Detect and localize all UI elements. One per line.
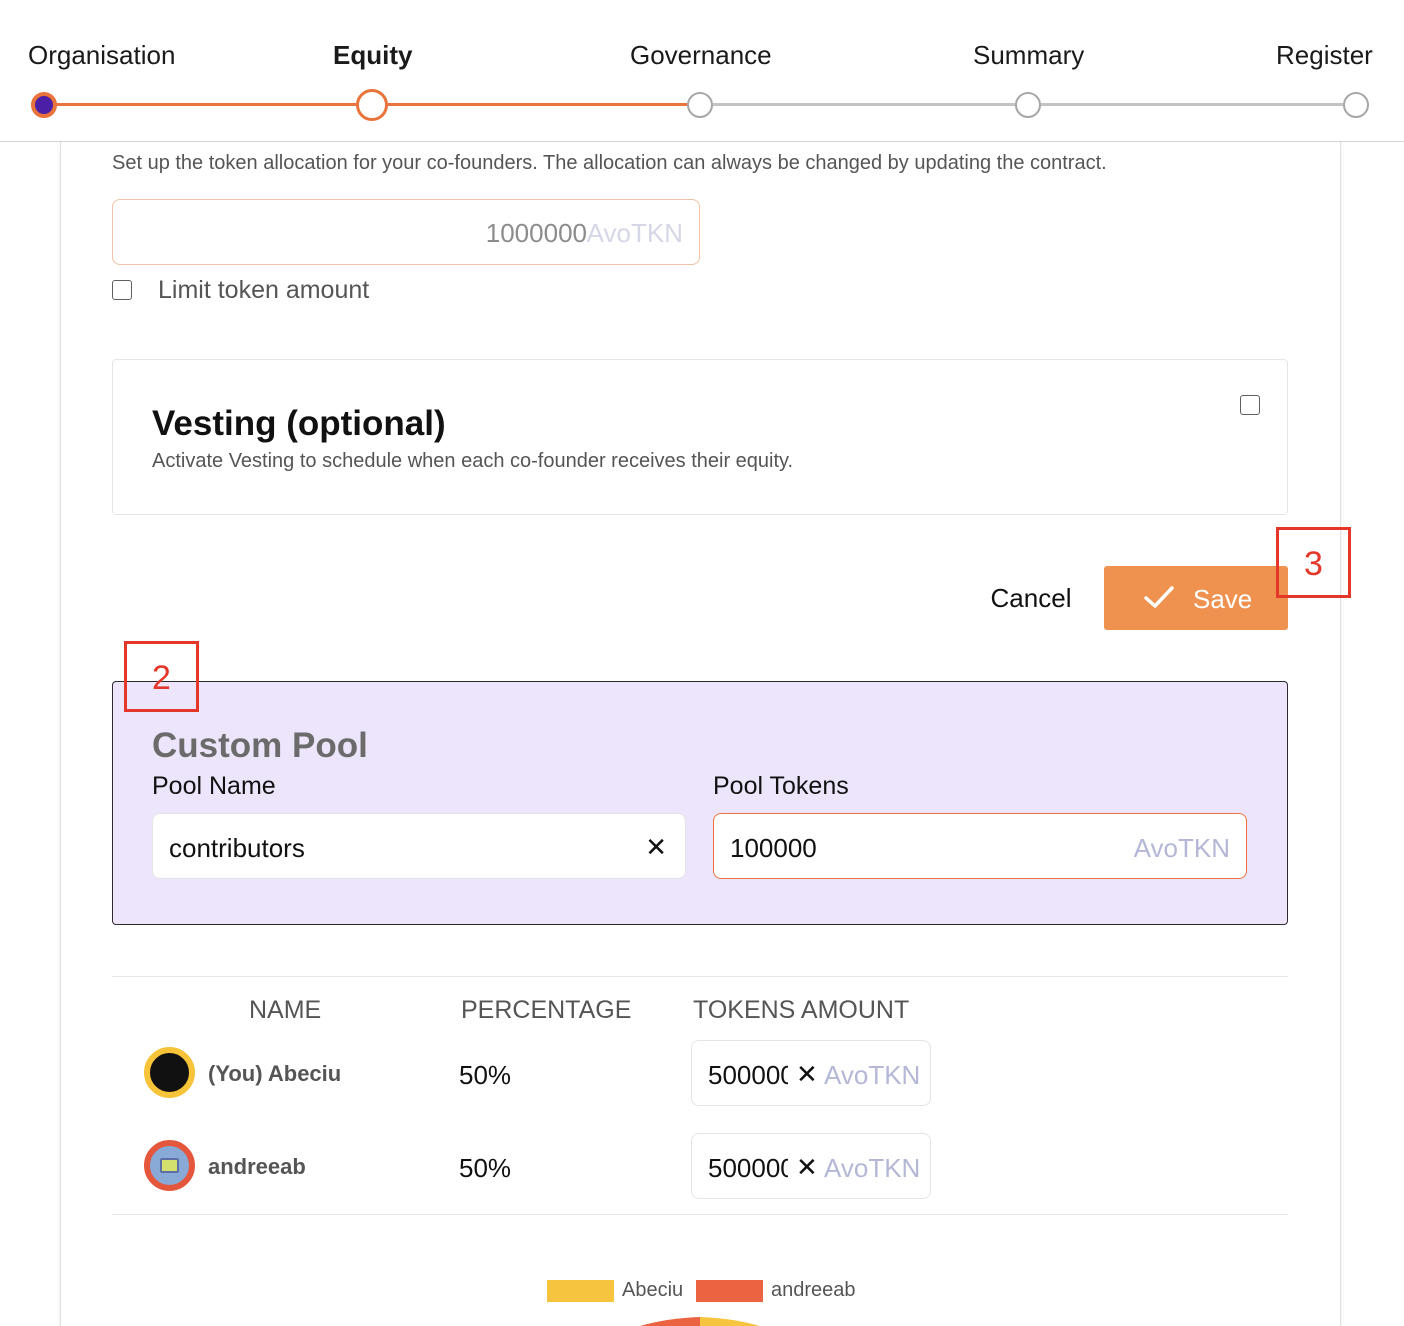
column-header-tokens: TOKENS AMOUNT — [693, 996, 910, 1024]
clear-icon[interactable]: ✕ — [796, 1152, 818, 1183]
step-governance-label[interactable]: Governance — [630, 40, 772, 71]
pool-tokens-unit: AvoTKN — [1133, 833, 1230, 863]
vesting-description: Activate Vesting to schedule when each c… — [152, 450, 794, 472]
table-divider — [112, 976, 1288, 977]
table-divider — [112, 1214, 1288, 1215]
avatar — [144, 1140, 195, 1191]
step-equity-label[interactable]: Equity — [333, 40, 412, 71]
custom-pool-title: Custom Pool — [152, 726, 368, 765]
column-header-name: NAME — [249, 996, 322, 1024]
robot-avatar-icon — [160, 1158, 179, 1173]
pool-name-label: Pool Name — [152, 772, 276, 800]
member-tokens-unit: AvoTKN — [824, 1153, 921, 1183]
token-supply-unit: AvoTKN — [586, 218, 683, 248]
step-register-label[interactable]: Register — [1276, 40, 1373, 71]
custom-pool-panel: Custom Pool Pool Name Pool Tokens contri… — [112, 681, 1288, 925]
pool-name-input[interactable]: contributors ✕ — [152, 813, 686, 879]
step-organisation-dot[interactable] — [31, 92, 57, 118]
legend-swatch-andreeab — [696, 1280, 763, 1302]
pool-tokens-input[interactable]: 100000 AvoTKN — [713, 813, 1247, 879]
step-register-dot[interactable] — [1343, 92, 1369, 118]
clear-icon[interactable]: ✕ — [645, 832, 667, 863]
pool-name-value: contributors — [169, 833, 305, 863]
allocation-description: Set up the token allocation for your co-… — [112, 152, 1107, 174]
step-connector-done — [56, 103, 358, 106]
column-header-percentage: PERCENTAGE — [461, 996, 632, 1024]
step-organisation-label[interactable]: Organisation — [28, 40, 175, 71]
member-tokens-value: 500000 — [708, 1153, 788, 1183]
pool-tokens-value: 100000 — [730, 833, 817, 863]
vesting-toggle-checkbox[interactable] — [1240, 395, 1260, 415]
vesting-title: Vesting (optional) — [152, 404, 446, 443]
legend-label-andreeab: andreeab — [771, 1279, 856, 1301]
member-tokens-input[interactable]: 500000 ✕ AvoTKN — [691, 1040, 931, 1106]
limit-token-checkbox[interactable] — [112, 280, 132, 300]
save-button[interactable]: Save — [1104, 566, 1288, 630]
member-name: (You) Abeciu — [208, 1061, 342, 1086]
member-tokens-value: 500000 — [708, 1060, 788, 1090]
clear-icon[interactable]: ✕ — [796, 1059, 818, 1090]
legend-label-abeciu: Abeciu — [622, 1279, 684, 1301]
step-connector-todo — [1041, 103, 1343, 106]
token-supply-value: 1000000 — [485, 218, 587, 248]
step-summary-label[interactable]: Summary — [973, 40, 1084, 71]
avatar — [144, 1047, 195, 1098]
step-equity-dot[interactable] — [356, 89, 388, 121]
save-button-label: Save — [1193, 584, 1253, 614]
token-supply-input[interactable]: 1000000 AvoTKN — [112, 199, 700, 265]
member-percentage: 50% — [459, 1060, 512, 1090]
vesting-panel: Vesting (optional) Activate Vesting to s… — [112, 359, 1288, 515]
legend-swatch-abeciu — [547, 1280, 614, 1302]
limit-token-label[interactable]: Limit token amount — [158, 276, 369, 305]
step-connector-done — [387, 103, 688, 106]
annotation-marker-2: 2 — [124, 641, 199, 712]
pool-tokens-label: Pool Tokens — [713, 772, 849, 800]
step-governance-dot[interactable] — [687, 92, 713, 118]
cancel-button[interactable]: Cancel — [975, 566, 1087, 630]
progress-stepper: Organisation Equity Governance Summary R… — [0, 0, 1404, 142]
member-tokens-unit: AvoTKN — [824, 1060, 921, 1090]
check-icon — [1144, 586, 1174, 608]
member-tokens-input[interactable]: 500000 ✕ AvoTKN — [691, 1133, 931, 1199]
annotation-marker-3: 3 — [1276, 527, 1351, 598]
step-connector-todo — [713, 103, 1015, 106]
step-summary-dot[interactable] — [1015, 92, 1041, 118]
member-percentage: 50% — [459, 1153, 512, 1183]
member-name: andreeab — [208, 1154, 306, 1179]
